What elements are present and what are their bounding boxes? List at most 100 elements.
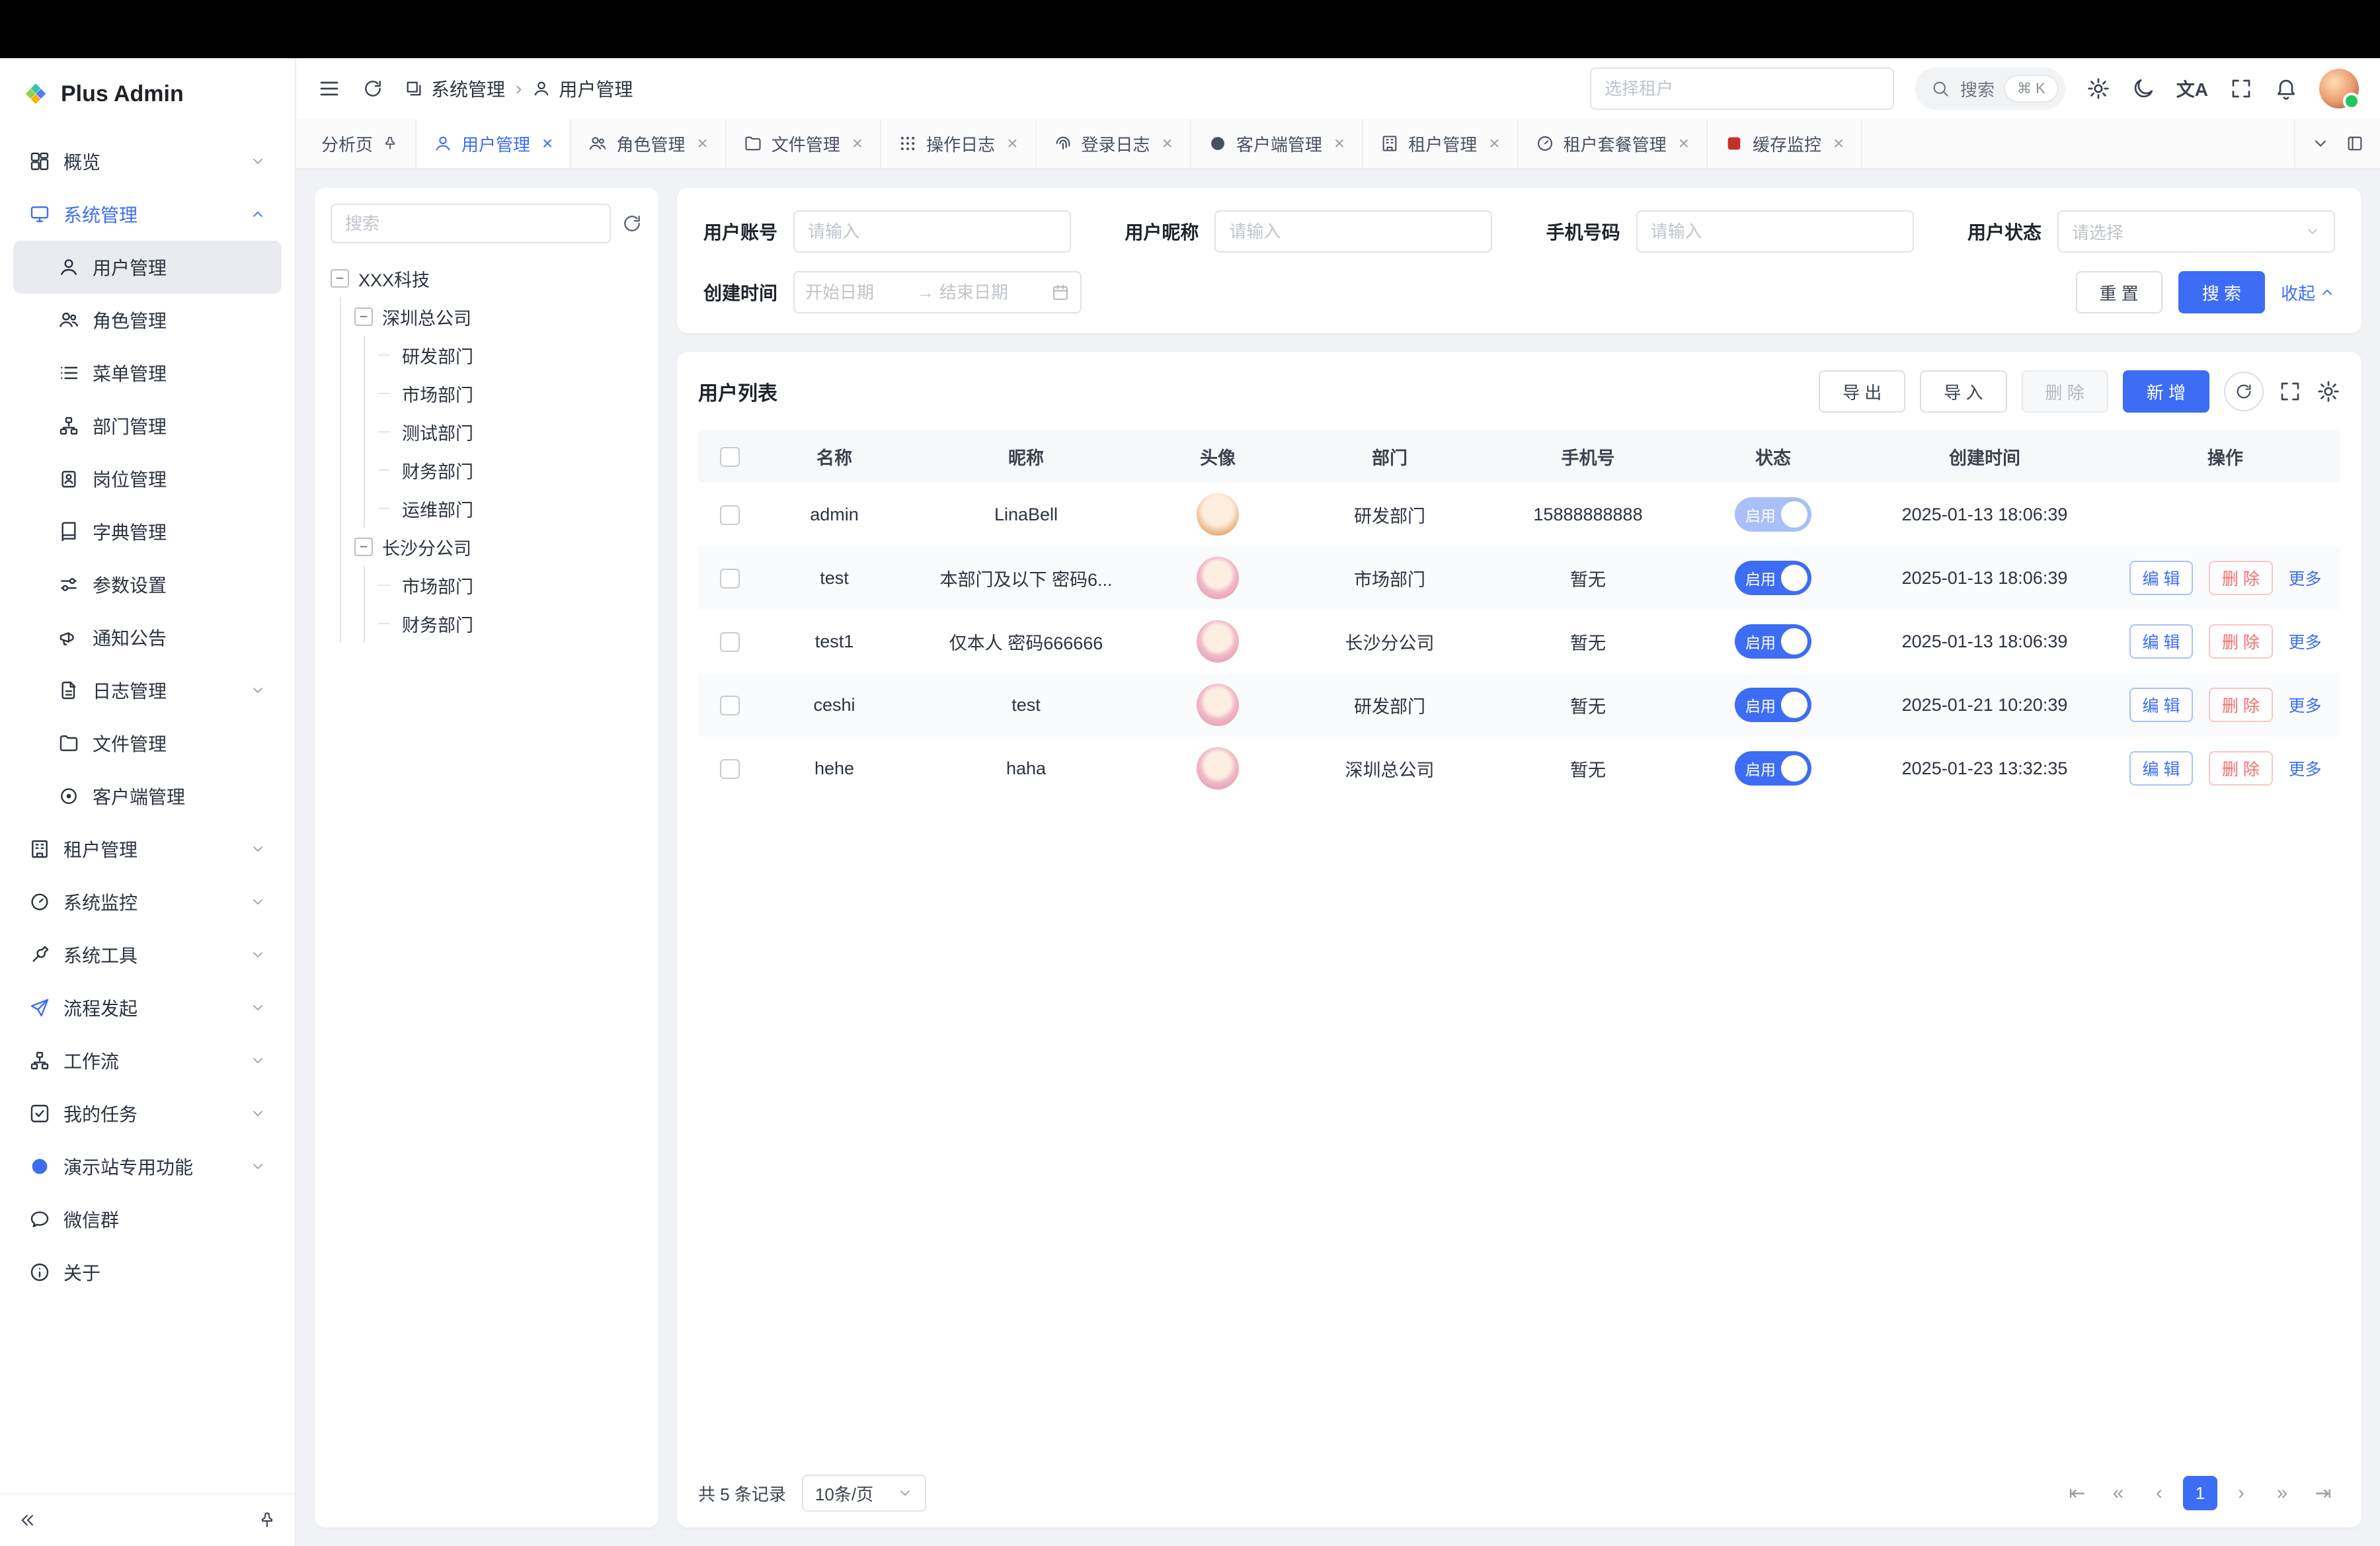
close-icon[interactable]: × [542, 134, 553, 153]
fast-forward-button[interactable]: » [2265, 1476, 2299, 1510]
search-button[interactable]: 搜 索 [2178, 271, 2265, 313]
sidebar-item-menu-management[interactable]: 菜单管理 [13, 346, 282, 399]
close-icon[interactable]: × [1334, 134, 1345, 153]
collapse-sidebar-button[interactable] [19, 1511, 37, 1529]
more-button[interactable]: 更多 [2288, 697, 2321, 715]
tab-login-log[interactable]: 登录日志 × [1037, 119, 1191, 168]
collapse-box-icon[interactable]: − [331, 269, 349, 288]
sidebar-group-process-start[interactable]: 流程发起 [13, 981, 282, 1034]
reset-button[interactable]: 重 置 [2076, 271, 2162, 313]
sidebar-group-system-tools[interactable]: 系统工具 [13, 928, 282, 981]
phone-input[interactable] [1636, 210, 1914, 253]
status-toggle[interactable]: 启用 [1735, 751, 1811, 786]
tree-node-leaf[interactable]: 市场部门 [378, 374, 643, 413]
tree-node-leaf[interactable]: 研发部门 [378, 336, 643, 374]
add-button[interactable]: 新 增 [2123, 370, 2209, 413]
close-icon[interactable]: × [1162, 134, 1173, 153]
fullscreen-button[interactable] [2229, 77, 2253, 101]
hamburger-menu-button[interactable] [317, 77, 341, 101]
sidebar-item-param-settings[interactable]: 参数设置 [13, 558, 282, 611]
dark-mode-toggle[interactable] [2131, 77, 2155, 101]
status-toggle[interactable]: 启用 [1735, 624, 1811, 659]
tab-role-management[interactable]: 角色管理 × [571, 119, 726, 168]
sidebar-item-user-management[interactable]: 用户管理 [13, 241, 282, 294]
table-fullscreen-button[interactable] [2278, 380, 2302, 403]
account-input[interactable] [793, 210, 1071, 253]
delete-button[interactable]: 删 除 [2209, 561, 2273, 595]
tab-file-management[interactable]: 文件管理 × [727, 119, 881, 168]
tree-search-input[interactable] [331, 204, 611, 243]
sidebar-group-tenant-management[interactable]: 租户管理 [13, 823, 282, 875]
notifications-bell-button[interactable] [2274, 77, 2298, 101]
sidebar-group-system-monitor[interactable]: 系统监控 [13, 875, 282, 928]
tree-node-leaf[interactable]: 测试部门 [378, 413, 643, 451]
edit-button[interactable]: 编 辑 [2129, 561, 2194, 595]
close-icon[interactable]: × [1833, 134, 1844, 153]
tab-user-management[interactable]: 用户管理 × [416, 119, 571, 168]
edit-button[interactable]: 编 辑 [2129, 688, 2194, 722]
settings-gear-button[interactable] [2086, 77, 2110, 101]
sidebar-item-dict-management[interactable]: 字典管理 [13, 505, 282, 558]
import-button[interactable]: 导 入 [1920, 370, 2006, 413]
fast-back-button[interactable]: « [2101, 1476, 2135, 1510]
delete-button[interactable]: 删 除 [2209, 624, 2273, 659]
user-avatar[interactable] [2319, 69, 2359, 108]
tab-cache-monitor[interactable]: 缓存监控 × [1708, 119, 1862, 168]
close-icon[interactable]: × [697, 134, 707, 153]
collapse-box-icon[interactable]: − [354, 538, 373, 556]
collapse-box-icon[interactable]: − [354, 307, 373, 326]
close-icon[interactable]: × [1679, 134, 1689, 153]
tenant-select-input[interactable] [1590, 67, 1894, 110]
breadcrumb-item[interactable]: 用户管理 [532, 75, 633, 102]
pin-icon[interactable] [382, 136, 398, 151]
language-switch-button[interactable]: 文A [2176, 75, 2208, 102]
sidebar-item-department-management[interactable]: 部门管理 [13, 399, 282, 452]
tree-node-root[interactable]: − XXX科技 [331, 259, 643, 298]
nickname-input[interactable] [1214, 210, 1492, 253]
row-checkbox[interactable] [720, 569, 740, 589]
more-button[interactable]: 更多 [2288, 760, 2321, 779]
sidebar-item-about[interactable]: 关于 [13, 1246, 282, 1299]
collapse-filters-link[interactable]: 收起 [2281, 280, 2335, 305]
tab-analysis[interactable]: 分析页 [304, 119, 416, 168]
tab-operation-log[interactable]: 操作日志 × [881, 119, 1036, 168]
edit-button[interactable]: 编 辑 [2129, 751, 2194, 786]
more-button[interactable]: 更多 [2288, 570, 2321, 589]
tab-tenant-package-management[interactable]: 租户套餐管理 × [1519, 119, 1708, 168]
next-page-button[interactable]: › [2224, 1476, 2258, 1510]
sidebar-group-log-management[interactable]: 日志管理 [13, 664, 282, 717]
sidebar-group-demo-features[interactable]: 演示站专用功能 [13, 1140, 282, 1193]
sidebar-group-workflow[interactable]: 工作流 [13, 1034, 282, 1087]
close-icon[interactable]: × [1489, 134, 1499, 153]
first-page-button[interactable]: ⇤ [2060, 1476, 2094, 1510]
tree-node-leaf[interactable]: 财务部门 [378, 451, 643, 489]
table-refresh-button[interactable] [2224, 372, 2264, 411]
row-checkbox[interactable] [720, 696, 740, 715]
tree-node-leaf[interactable]: 市场部门 [378, 566, 643, 604]
delete-button[interactable]: 删 除 [2209, 751, 2273, 786]
delete-button[interactable]: 删 除 [2209, 688, 2273, 722]
sidebar-item-wechat-group[interactable]: 微信群 [13, 1193, 282, 1246]
breadcrumb-item[interactable]: 系统管理 [405, 75, 505, 102]
sidebar-item-role-management[interactable]: 角色管理 [13, 294, 282, 346]
tabs-dropdown-button[interactable] [2311, 134, 2330, 153]
row-checkbox[interactable] [720, 505, 740, 525]
tree-node-leaf[interactable]: 财务部门 [378, 604, 643, 643]
sidebar-item-overview[interactable]: 概览 [13, 135, 282, 188]
tree-node-branch[interactable]: − 深圳总公司 [354, 298, 643, 336]
user-status-select[interactable]: 请选择 [2057, 210, 2335, 253]
column-settings-button[interactable] [2317, 380, 2340, 403]
row-checkbox[interactable] [720, 632, 740, 652]
end-date-input[interactable] [939, 282, 1046, 303]
prev-page-button[interactable]: ‹ [2142, 1476, 2176, 1510]
refresh-page-button[interactable] [362, 78, 383, 99]
more-button[interactable]: 更多 [2288, 633, 2321, 652]
global-search-button[interactable]: 搜索 ⌘ K [1915, 67, 2065, 110]
edit-button[interactable]: 编 辑 [2129, 624, 2194, 659]
select-all-checkbox[interactable] [720, 447, 740, 467]
tab-tenant-management[interactable]: 租户管理 × [1363, 119, 1518, 168]
close-icon[interactable]: × [852, 134, 863, 153]
start-date-input[interactable] [805, 282, 912, 303]
created-date-range[interactable]: → [793, 271, 1082, 313]
export-button[interactable]: 导 出 [1819, 370, 1905, 413]
